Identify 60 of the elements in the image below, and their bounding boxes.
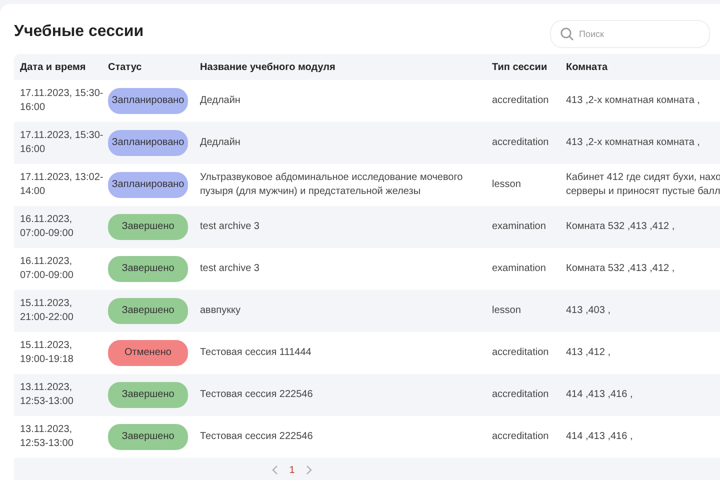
- session-type-cell-text: examination: [492, 220, 547, 234]
- column-header[interactable]: Дата и время: [20, 62, 108, 72]
- table-row[interactable]: 13.11.2023, 12:53-13:00 Завершено Тестовая сессия 222546 accreditation 414 ,413 ,416 ,: [14, 416, 720, 458]
- module-name-cell-text: test archive 3: [200, 220, 260, 234]
- status-badge: Завершено: [108, 214, 188, 240]
- date-cell-text: 13.11.2023, 12:53-13:00: [20, 423, 74, 451]
- session-type-cell-text: accreditation: [492, 430, 550, 444]
- module-name-cell-text: Тестовая сессия 222546: [200, 388, 314, 402]
- session-type-cell-text: accreditation: [492, 94, 550, 108]
- module-name-cell-text: Тестовая сессия 222546: [200, 430, 314, 444]
- table-row[interactable]: 15.11.2023, 21:00-22:00 Завершено аввпукку lesson 413 ,403 ,: [14, 290, 720, 332]
- status-badge: Завершено: [108, 382, 188, 408]
- session-type-cell-text: accreditation: [492, 388, 550, 402]
- room-cell-text: Комната 532 ,413 ,412 ,: [566, 262, 676, 276]
- session-type-cell-text: lesson: [492, 304, 522, 318]
- column-header[interactable]: Тип сессии: [492, 62, 566, 72]
- date-cell-text: 13.11.2023, 12:53-13:00: [20, 381, 74, 409]
- module-name-cell-text: Дедлайн: [200, 136, 242, 150]
- date-cell-text: 17.11.2023, 13:02- 14:00: [20, 171, 104, 199]
- module-name-cell-text: Дедлайн: [200, 94, 242, 108]
- date-cell-text: 16.11.2023, 07:00-09:00: [20, 213, 74, 241]
- date-cell-text: 16.11.2023, 07:00-09:00: [20, 255, 74, 283]
- table-row[interactable]: 16.11.2023, 07:00-09:00 Завершено test archive 3 examination Комната 532 ,413 ,412 ,: [14, 248, 720, 290]
- column-header[interactable]: Название учебного модуля: [200, 62, 492, 72]
- table-row[interactable]: 15.11.2023, 19:00-19:18 Отменено Тестовая сессия 111444 accreditation 413 ,412 ,: [14, 332, 720, 374]
- date-cell-text: 17.11.2023, 15:30- 16:00: [20, 129, 104, 157]
- room-cell-text: 414 ,413 ,416 ,: [566, 388, 634, 402]
- status-badge: Отменено: [108, 340, 188, 366]
- module-name-cell-text: Ультразвуковое абдоминальное исследование мочевого пузыря (для мужчин) и предстательной железы: [200, 171, 464, 199]
- column-header[interactable]: Статус: [108, 62, 200, 72]
- date-cell-text: 15.11.2023, 19:00-19:18: [20, 339, 74, 367]
- column-header[interactable]: Комната: [566, 62, 720, 72]
- status-badge: Завершено: [108, 298, 188, 324]
- room-cell-text: Комната 532 ,413 ,412 ,: [566, 220, 676, 234]
- previous-page-icon[interactable]: [271, 465, 280, 475]
- table-row[interactable]: 13.11.2023, 12:53-13:00 Завершено Тестовая сессия 222546 accreditation 414 ,413 ,416 ,: [14, 374, 720, 416]
- room-cell-text: 413 ,2-х комнатная комната ,: [566, 136, 701, 150]
- page-button[interactable]: 1: [287, 464, 297, 476]
- session-type-cell-text: accreditation: [492, 136, 550, 150]
- date-cell-text: 15.11.2023, 21:00-22:00: [20, 297, 74, 325]
- table-row[interactable]: 16.11.2023, 07:00-09:00 Завершено test archive 3 examination Комната 532 ,413 ,412 ,: [14, 206, 720, 248]
- status-badge: Завершено: [108, 256, 188, 282]
- session-type-cell-text: lesson: [492, 178, 522, 192]
- room-cell-text: 414 ,413 ,416 ,: [566, 430, 634, 444]
- session-type-cell-text: examination: [492, 262, 547, 276]
- date-cell-text: 17.11.2023, 15:30- 16:00: [20, 87, 104, 115]
- status-badge: Запланировано: [108, 172, 188, 198]
- search-field[interactable]: Поиск: [550, 20, 710, 48]
- module-name-cell-text: аввпукку: [200, 304, 242, 318]
- status-badge: Завершено: [108, 424, 188, 450]
- next-page-icon[interactable]: [304, 465, 313, 475]
- status-badge: Запланировано: [108, 130, 188, 156]
- room-cell-text: 413 ,403 ,: [566, 304, 612, 318]
- room-cell-text: 413 ,412 ,: [566, 346, 612, 360]
- status-badge: Запланировано: [108, 88, 188, 114]
- page-title: Учебные сессии: [14, 23, 144, 41]
- module-name-cell-text: Тестовая сессия 111444: [200, 346, 312, 360]
- room-cell-text: 413 ,2-х комнатная комната ,: [566, 94, 701, 108]
- module-name-cell-text: test archive 3: [200, 262, 260, 276]
- session-type-cell-text: accreditation: [492, 346, 550, 360]
